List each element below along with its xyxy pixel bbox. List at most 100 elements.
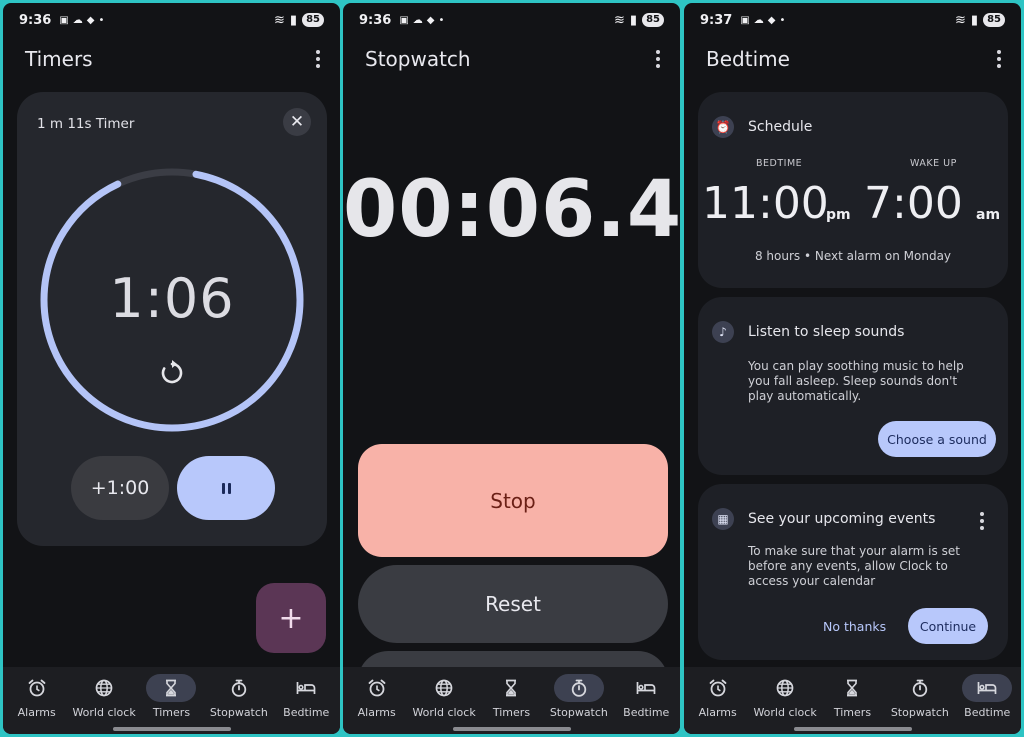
cloud-icon: ☁ xyxy=(412,14,423,26)
gesture-bar xyxy=(112,727,231,731)
nav-label: Alarms xyxy=(17,706,56,719)
alarm-icon xyxy=(352,674,402,702)
events-more-icon[interactable] xyxy=(970,509,994,533)
more-options-icon[interactable] xyxy=(987,47,1011,71)
add-one-minute-button[interactable]: +1:00 xyxy=(71,456,169,520)
nav-label: Timers xyxy=(833,706,872,719)
globe-icon xyxy=(79,674,129,702)
bedtime-value[interactable]: 11:00 xyxy=(702,178,829,229)
calendar-icon: ▦ xyxy=(712,508,734,530)
nav-label: Bedtime xyxy=(283,706,330,719)
nav-timers[interactable]: Timers xyxy=(478,674,545,719)
status-left-icons: ▣ ☁ ◆ • xyxy=(740,15,785,26)
bedtime-label: BEDTIME xyxy=(756,158,803,169)
nav-label: Timers xyxy=(152,706,191,719)
nav-timers[interactable]: Timers xyxy=(819,674,886,719)
nav-label: Stopwatch xyxy=(890,706,949,719)
phone-stopwatch: 9:36 ▣ ☁ ◆ • ≋ ▮ 85 Stopwatch 00:06.47 S… xyxy=(343,3,680,734)
bed-icon xyxy=(621,674,671,702)
nav-label: World clock xyxy=(412,706,476,719)
choose-sound-button[interactable]: Choose a sound xyxy=(878,421,996,457)
hourglass-icon xyxy=(146,674,197,702)
nav-world-clock[interactable]: World clock xyxy=(71,674,138,719)
stopwatch-icon xyxy=(553,674,604,702)
sleep-sounds-title: Listen to sleep sounds xyxy=(748,324,905,340)
close-timer-button[interactable]: ✕ xyxy=(283,108,311,136)
gesture-bar xyxy=(793,727,912,731)
screenshot-icon: ▣ xyxy=(399,14,409,26)
signal-icon: ▮ xyxy=(289,12,298,28)
status-bar: 9:37 ▣ ☁ ◆ • ≋ ▮ 85 xyxy=(684,3,1021,37)
more-options-icon[interactable] xyxy=(306,47,330,71)
status-right-icons: ≋ ▮ 85 xyxy=(955,13,1005,28)
status-bar: 9:36 ▣ ☁ ◆ • ≋ ▮ 85 xyxy=(343,3,680,37)
battery-icon: 85 xyxy=(302,13,324,27)
schedule-card[interactable]: ⏰ Schedule BEDTIME WAKE UP 11:00 pm 7:00… xyxy=(698,92,1008,288)
nav-world-clock[interactable]: World clock xyxy=(752,674,819,719)
battery-icon: 85 xyxy=(983,13,1005,27)
nav-label: Alarms xyxy=(698,706,737,719)
nav-stopwatch[interactable]: Stopwatch xyxy=(205,674,272,719)
stop-button[interactable]: Stop xyxy=(358,444,668,557)
nav-label: World clock xyxy=(753,706,817,719)
stopwatch-icon xyxy=(214,674,264,702)
nav-label: Alarms xyxy=(357,706,396,719)
no-thanks-button[interactable]: No thanks xyxy=(823,619,886,634)
notification-icon: ◆ xyxy=(767,14,776,26)
timer-label[interactable]: 1 m 11s Timer xyxy=(37,116,134,132)
bed-icon xyxy=(962,674,1013,702)
events-text: To make sure that your alarm is set befo… xyxy=(748,544,960,588)
hourglass-icon xyxy=(827,674,877,702)
sleep-sounds-card: ♪ Listen to sleep sounds You can play so… xyxy=(698,297,1008,475)
stopwatch-icon xyxy=(895,674,945,702)
add-timer-button[interactable]: + xyxy=(256,583,326,653)
signal-icon: ▮ xyxy=(629,12,638,28)
alarm-icon xyxy=(12,674,62,702)
wakeup-value[interactable]: 7:00 xyxy=(864,178,963,229)
screenshot-icon: ▣ xyxy=(740,14,750,26)
bottom-nav: Alarms World clock Timers Stopwatch Bedtime xyxy=(3,667,340,734)
status-right-icons: ≋ ▮ 85 xyxy=(614,13,664,28)
nav-alarms[interactable]: Alarms xyxy=(343,674,410,719)
nav-world-clock[interactable]: World clock xyxy=(411,674,478,719)
sleep-sounds-text: You can play soothing music to help you … xyxy=(748,359,964,403)
nav-bedtime[interactable]: Bedtime xyxy=(954,674,1021,719)
bed-icon xyxy=(281,674,331,702)
status-time: 9:37 xyxy=(700,12,733,28)
cloud-icon: ☁ xyxy=(753,14,764,26)
nav-alarms[interactable]: Alarms xyxy=(684,674,751,719)
status-bar: 9:36 ▣ ☁ ◆ • ≋ ▮ 85 xyxy=(3,3,340,37)
pause-button[interactable] xyxy=(177,456,275,520)
events-card: ▦ See your upcoming events To make sure … xyxy=(698,484,1008,660)
wakeup-ampm: am xyxy=(976,207,1001,223)
nav-label: Bedtime xyxy=(623,706,670,719)
schedule-summary: 8 hours • Next alarm on Monday xyxy=(754,249,952,263)
bottom-nav: Alarms World clock Timers Stopwatch Bedtime xyxy=(684,667,1021,734)
wifi-icon: ≋ xyxy=(614,12,625,28)
phone-timers: 9:36 ▣ ☁ ◆ • ≋ ▮ 85 Timers 1 m 11s Timer… xyxy=(3,3,340,734)
page-title: Stopwatch xyxy=(365,47,471,71)
notification-icon: ◆ xyxy=(86,14,95,26)
events-title: See your upcoming events xyxy=(748,511,936,527)
screenshot-icon: ▣ xyxy=(59,14,69,26)
dot-icon: • xyxy=(438,14,445,26)
gesture-bar xyxy=(452,727,571,731)
nav-stopwatch[interactable]: Stopwatch xyxy=(886,674,953,719)
continue-button[interactable]: Continue xyxy=(908,608,988,644)
schedule-title: Schedule xyxy=(748,119,813,135)
pause-icon xyxy=(221,482,225,494)
page-title: Timers xyxy=(25,47,93,71)
battery-icon: 85 xyxy=(642,13,664,27)
more-options-icon[interactable] xyxy=(646,47,670,71)
nav-label: Timers xyxy=(492,706,531,719)
wakeup-label: WAKE UP xyxy=(910,158,957,169)
nav-alarms[interactable]: Alarms xyxy=(3,674,70,719)
nav-bedtime[interactable]: Bedtime xyxy=(273,674,340,719)
page-title: Bedtime xyxy=(706,47,790,71)
reset-button[interactable]: Reset xyxy=(358,565,668,643)
nav-bedtime[interactable]: Bedtime xyxy=(613,674,680,719)
nav-stopwatch[interactable]: Stopwatch xyxy=(545,674,612,719)
restart-icon[interactable] xyxy=(157,358,187,388)
nav-label: World clock xyxy=(72,706,136,719)
nav-timers[interactable]: Timers xyxy=(138,674,205,719)
